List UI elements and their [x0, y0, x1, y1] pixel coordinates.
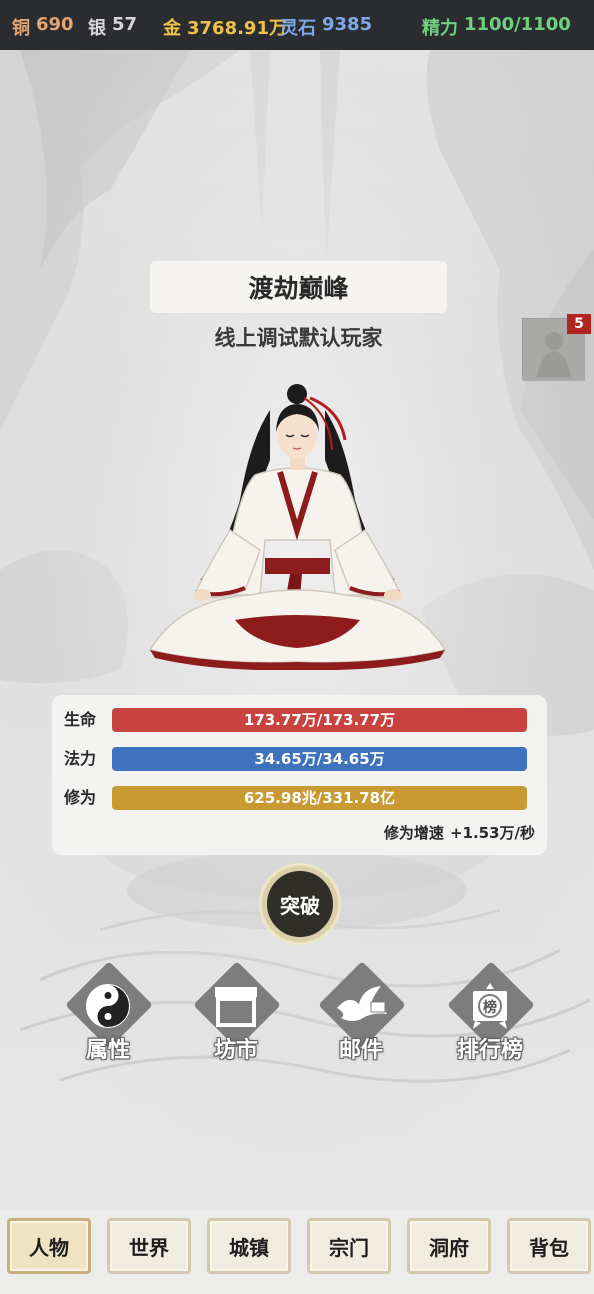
breakthrough-button[interactable]: 突破 [262, 866, 338, 942]
hp-value: 173.77万/173.77万 [243, 711, 396, 729]
ranking-label: 排行榜 [456, 1038, 523, 1063]
energy-label: 精力 [422, 18, 458, 39]
ranking-icon-text: 榜 [483, 999, 497, 1016]
copper-label: 铜 [12, 18, 30, 39]
mp-label: 法力 [64, 749, 97, 768]
mail-label: 邮件 [338, 1038, 383, 1063]
gold-resource: 金 3768.91万 [163, 14, 287, 40]
cultivation-speed: 修为增速 +1.53万/秒 [384, 822, 535, 843]
attributes-button[interactable]: 属性 [60, 961, 156, 1070]
notification-badge: 5 [567, 314, 591, 334]
hp-label: 生命 [64, 710, 97, 729]
tab-bag[interactable]: 背包 [507, 1218, 591, 1274]
speed-label: 修为增速 [383, 824, 444, 842]
dove-icon [313, 976, 409, 1036]
player-name: 线上调试默认玩家 [214, 326, 383, 350]
tab-sect[interactable]: 宗门 [307, 1218, 391, 1274]
silver-resource: 银 57 [88, 14, 137, 40]
attributes-label: 属性 [85, 1038, 130, 1063]
cultivation-row: 修为 625.98兆/331.78亿 [64, 786, 534, 810]
gold-value: 3768.91万 [187, 18, 287, 39]
cultivation-label: 修为 [64, 788, 97, 807]
energy-value: 1100/1100 [464, 14, 571, 35]
energy-resource: 精力 1100/1100 [422, 14, 571, 40]
spirit-stone-label: 灵石 [280, 18, 316, 39]
mail-button[interactable]: 邮件 [313, 961, 409, 1070]
realm-title: 渡劫巅峰 [150, 261, 447, 313]
gold-label: 金 [163, 18, 181, 39]
copper-resource: 铜 690 [12, 14, 74, 40]
bottom-nav: 人物 世界 城镇 宗门 洞府 背包 [0, 1210, 594, 1294]
tab-cave[interactable]: 洞府 [407, 1218, 491, 1274]
meditating-cultivator-art [148, 384, 447, 671]
copper-value: 690 [36, 14, 74, 35]
spirit-stone-resource: 灵石 9385 [280, 14, 372, 40]
ranking-button[interactable]: 榜 排行榜 [442, 961, 538, 1070]
hp-row: 生命 173.77万/173.77万 [64, 708, 534, 732]
market-stall-icon [188, 976, 284, 1036]
ranking-banner-icon: 榜 [442, 976, 538, 1036]
yin-yang-icon [60, 976, 156, 1036]
cultivation-value: 625.98兆/331.78亿 [243, 789, 396, 807]
stats-panel: 生命 173.77万/173.77万 法力 34.65万/34.65万 修为 6… [52, 695, 547, 855]
market-label: 坊市 [213, 1038, 258, 1063]
silver-value: 57 [112, 14, 138, 35]
resource-bar: 铜 690 银 57 金 3768.91万 灵石 9385 精力 1100/11… [0, 0, 594, 50]
player-avatar [140, 380, 455, 671]
silver-label: 银 [88, 18, 106, 39]
spirit-stone-value: 9385 [322, 14, 373, 35]
mp-value: 34.65万/34.65万 [254, 750, 385, 768]
speed-value: +1.53万/秒 [449, 824, 535, 842]
hp-bar: 173.77万/173.77万 [112, 708, 527, 732]
tab-town[interactable]: 城镇 [207, 1218, 291, 1274]
mp-bar: 34.65万/34.65万 [112, 747, 527, 771]
cultivation-bar: 625.98兆/331.78亿 [112, 786, 527, 810]
tab-character[interactable]: 人物 [7, 1218, 91, 1274]
mp-row: 法力 34.65万/34.65万 [64, 747, 534, 771]
tab-world[interactable]: 世界 [107, 1218, 191, 1274]
market-button[interactable]: 坊市 [188, 961, 284, 1070]
